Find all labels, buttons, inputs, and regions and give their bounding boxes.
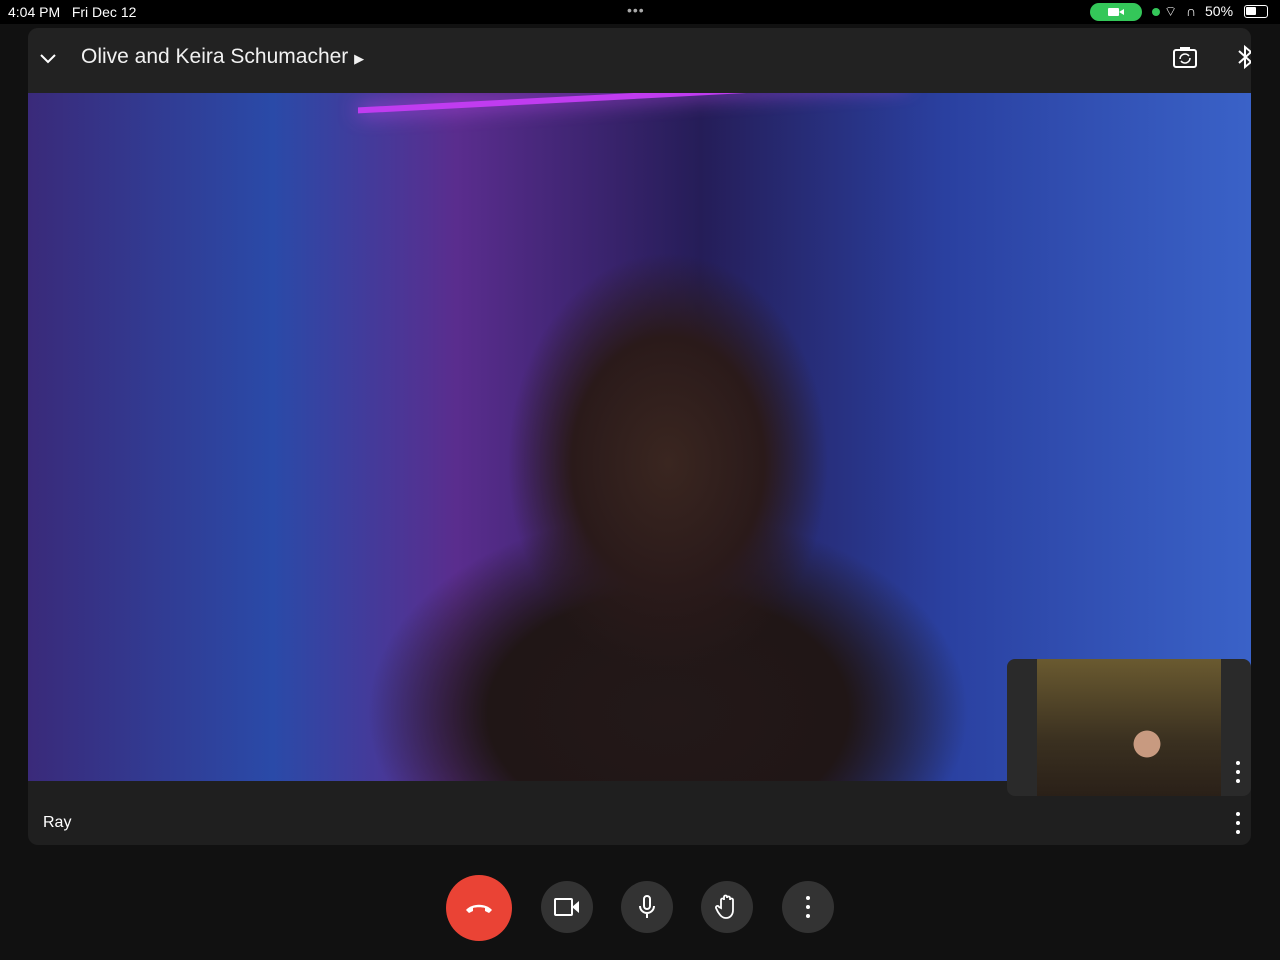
camera-indicator-icon: [1152, 8, 1160, 16]
self-view-more-icon[interactable]: [1233, 761, 1243, 783]
self-view-tile[interactable]: [1007, 659, 1251, 796]
participant-more-icon[interactable]: [1233, 812, 1243, 834]
call-card: Olive and Keira Schumacher ▶ Ray: [28, 28, 1251, 845]
more-options-button[interactable]: [782, 881, 834, 933]
wifi-icon: ⌔: [1164, 3, 1178, 19]
hand-icon: [715, 894, 734, 919]
chevron-down-icon[interactable]: [38, 48, 58, 68]
hang-up-icon: [466, 904, 492, 913]
microphone-icon: [639, 895, 655, 918]
call-title[interactable]: Olive and Keira Schumacher ▶: [81, 45, 364, 69]
headphones-icon: ∩: [1186, 3, 1197, 19]
end-call-button[interactable]: [446, 875, 512, 941]
camera-toggle-button[interactable]: [541, 881, 593, 933]
camera-in-use-icon[interactable]: [1090, 3, 1142, 21]
microphone-toggle-button[interactable]: [621, 881, 673, 933]
multitasking-dots-icon[interactable]: •••: [627, 2, 645, 18]
status-bar: 4:04 PM Fri Dec 12 ••• ⌔ ∩ 50%: [0, 0, 1280, 24]
participant-name: Ray: [43, 814, 72, 831]
call-header: Olive and Keira Schumacher ▶: [28, 28, 1251, 93]
self-video: [1037, 659, 1221, 796]
battery-icon: [1244, 5, 1268, 18]
raise-hand-button[interactable]: [701, 881, 753, 933]
battery-percent: 50%: [1205, 3, 1234, 19]
bluetooth-audio-icon[interactable]: [1236, 44, 1251, 70]
status-time: 4:04 PM Fri Dec 12: [8, 4, 137, 20]
video-camera-icon: [554, 898, 579, 916]
switch-camera-icon[interactable]: [1172, 44, 1198, 70]
more-vert-icon: [803, 896, 813, 918]
